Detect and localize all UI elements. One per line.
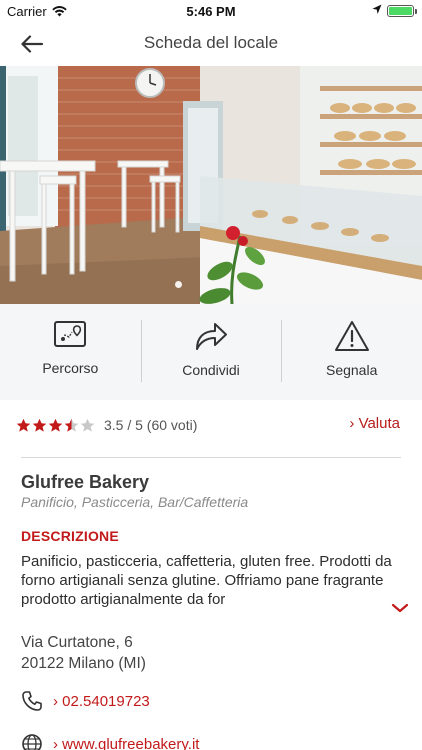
star-icon	[80, 418, 95, 432]
gallery-page-dot	[175, 281, 182, 288]
phone-row: › 02.54019723	[21, 688, 150, 714]
action-bar: Percorso Condividi Segnala	[0, 304, 422, 400]
website-link[interactable]: › www.glufreebakery.it	[53, 736, 199, 750]
rate-link[interactable]: › Valuta	[349, 415, 400, 432]
star-icon	[16, 418, 31, 432]
address-line-1: Via Curtatone, 6	[21, 634, 133, 651]
rating-text: 3.5 / 5 (60 voti)	[104, 417, 198, 433]
star-icon	[32, 418, 47, 432]
route-button[interactable]: Percorso	[0, 304, 141, 400]
address-line-2: 20122 Milano (MI)	[21, 655, 146, 672]
photo-gallery[interactable]	[0, 66, 422, 304]
star-icon	[64, 418, 79, 432]
address: Via Curtatone, 6 20122 Milano (MI)	[21, 632, 146, 674]
status-bar: Carrier 5:46 PM	[0, 0, 422, 22]
star-icon	[48, 418, 63, 432]
website-row: › www.glufreebakery.it	[21, 731, 199, 750]
status-time: 5:46 PM	[186, 4, 236, 19]
battery-cap	[415, 9, 417, 14]
rating-row: 3.5 / 5 (60 voti) › Valuta	[16, 413, 406, 437]
share-button[interactable]: Condividi	[140, 304, 282, 400]
route-label: Percorso	[42, 360, 99, 376]
report-button[interactable]: Segnala	[281, 304, 422, 400]
nav-bar: Scheda del locale	[0, 22, 422, 66]
location-arrow-icon	[372, 4, 382, 18]
battery-level	[389, 7, 412, 15]
description-text: Panificio, pasticceria, caffetteria, glu…	[21, 553, 392, 608]
chevron-down-icon	[391, 603, 409, 613]
description-title: DESCRIZIONE	[21, 528, 119, 544]
divider	[21, 457, 401, 458]
report-label: Segnala	[325, 362, 378, 378]
page-title: Scheda del locale	[143, 33, 279, 52]
place-name: Glufree Bakery	[21, 472, 150, 492]
battery-icon	[387, 5, 417, 17]
expand-description-button[interactable]	[389, 600, 411, 616]
share-label: Condividi	[182, 362, 240, 378]
rating-stars	[16, 418, 95, 433]
globe-icon	[21, 733, 43, 750]
bakery-interior-photo	[0, 66, 422, 304]
place-category: Panificio, Pasticceria, Bar/Caffetteria	[21, 494, 249, 510]
warning-icon	[334, 321, 369, 351]
share-arrow-icon	[196, 323, 227, 350]
phone-link[interactable]: › 02.54019723	[53, 693, 150, 710]
route-map-icon	[54, 321, 87, 347]
phone-icon	[21, 690, 43, 712]
